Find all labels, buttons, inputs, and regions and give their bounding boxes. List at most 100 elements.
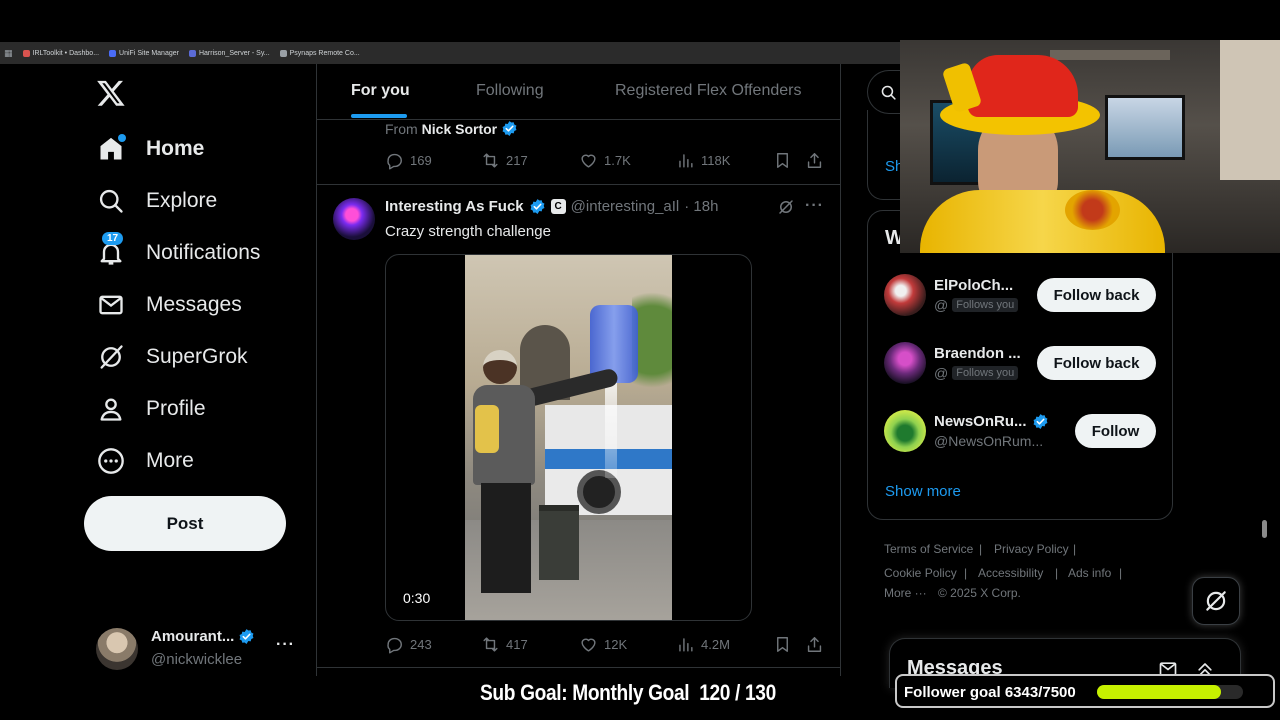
footer-separator: | [964, 566, 968, 580]
active-tab-indicator [351, 114, 407, 118]
footer-accessibility-link[interactable]: Accessibility [978, 566, 1043, 580]
footer-terms-link[interactable]: Terms of Service [884, 542, 973, 556]
bookmark-item[interactable]: UniFi Site Manager [109, 49, 179, 57]
views-button[interactable]: 4.2M [676, 635, 730, 654]
bookmark-item[interactable]: Harrison_Server - Sy... [188, 49, 270, 57]
footer-privacy-link[interactable]: Privacy Policy [994, 542, 1069, 556]
repost-button[interactable]: 417 [481, 635, 528, 654]
search-icon [96, 186, 126, 216]
tweet-divider [317, 667, 840, 668]
account-handle: @nickwicklee [151, 651, 243, 668]
suggestion-handle: @ [934, 365, 949, 381]
like-count: 1.7K [604, 153, 631, 168]
video-tree [632, 275, 672, 405]
follow-button[interactable]: Follow [1075, 414, 1156, 448]
page-scrollbar[interactable] [1262, 520, 1267, 538]
footer-more-link[interactable]: More ··· [884, 586, 927, 600]
bookmark-favicon-icon [109, 49, 117, 57]
views-button[interactable]: 118K [676, 151, 730, 170]
reply-button[interactable]: 243 [385, 635, 432, 654]
bookmark-icon [777, 153, 788, 168]
video-water-stream [605, 383, 617, 478]
tweet-divider [317, 184, 840, 185]
bookmark-label: UniFi Site Manager [119, 49, 179, 57]
reply-icon [387, 637, 402, 654]
footer-ads-link[interactable]: Ads info [1068, 566, 1111, 580]
follower-goal-track [1097, 685, 1243, 699]
who-to-follow-show-more[interactable]: Show more [885, 483, 961, 500]
webcam-hat-crown [968, 55, 1078, 117]
notifications-badge: 17 [102, 232, 124, 245]
views-chart-icon [679, 638, 693, 652]
nav-explore[interactable]: Explore [96, 181, 217, 221]
follow-suggestion[interactable]: ElPoloCh... @ Follows you [884, 274, 1019, 316]
tweet-avatar[interactable] [333, 198, 375, 240]
bookmark-item[interactable]: Psynaps Remote Co... [279, 49, 360, 57]
like-button[interactable]: 1.7K [579, 151, 631, 170]
share-button[interactable] [805, 635, 824, 654]
nav-more[interactable]: More [96, 441, 194, 481]
follow-suggestion[interactable]: NewsOnRu... @NewsOnRum... [884, 410, 1049, 452]
bookmark-label: IRLToolkit • Dashbo... [32, 49, 100, 57]
tab-following[interactable]: Following [476, 82, 544, 100]
post-button[interactable]: Post [84, 496, 286, 551]
tweet-video[interactable]: 0:30 [385, 254, 752, 621]
verified-badge-icon [530, 199, 545, 214]
x-logo-icon[interactable] [96, 78, 126, 108]
tweet-time[interactable]: · 18h [684, 198, 718, 215]
follower-goal-fill [1097, 685, 1221, 699]
bookmark-button[interactable] [773, 151, 792, 170]
reply-count: 243 [410, 637, 432, 652]
nav-supergrok[interactable]: SuperGrok [96, 337, 248, 377]
follower-goal-label: Follower goal 6343/7500 [904, 684, 1076, 701]
nav-notifications[interactable]: 17 Notifications [96, 232, 260, 273]
grok-explain-icon[interactable] [777, 198, 795, 216]
video-frame [465, 255, 672, 620]
more-circle-icon [96, 446, 126, 476]
footer-copyright: © 2025 X Corp. [938, 586, 1021, 600]
nav-explore-label: Explore [146, 189, 218, 212]
tweet-author-name[interactable]: Interesting As Fuck [385, 198, 524, 215]
account-switcher[interactable]: Amourant... @nickwicklee ··· [96, 626, 306, 672]
grok-icon [1206, 591, 1226, 611]
bookmark-button[interactable] [773, 635, 792, 654]
reply-icon [387, 153, 402, 170]
tweet-header: Interesting As Fuck C @interesting_aIl ·… [385, 198, 718, 215]
tweet-more-icon[interactable]: ··· [805, 197, 824, 215]
grok-floating-button[interactable] [1192, 577, 1240, 625]
bookmark-item[interactable]: IRLToolkit • Dashbo... [22, 49, 100, 57]
follow-suggestion[interactable]: Braendon ... @ Follows you [884, 342, 1021, 384]
from-name[interactable]: Nick Sortor [422, 121, 497, 137]
follow-back-button[interactable]: Follow back [1037, 278, 1156, 312]
heart-icon [581, 154, 596, 168]
nav-profile[interactable]: Profile [96, 389, 206, 429]
avatar [884, 410, 926, 452]
follow-back-button[interactable]: Follow back [1037, 346, 1156, 380]
webcam-robe-emblem [1065, 190, 1120, 230]
bookmarks-bar: ▦ IRLToolkit • Dashbo... UniFi Site Mana… [0, 42, 900, 64]
reply-button[interactable]: 169 [385, 151, 432, 170]
webcam-monitor-right [1105, 95, 1185, 160]
verified-badge-icon [1033, 414, 1047, 429]
tab-for-you[interactable]: For you [351, 82, 410, 100]
nav-home[interactable]: Home [96, 129, 204, 169]
tab-registered-flex-offenders[interactable]: Registered Flex Offenders [615, 82, 801, 100]
tweet-author-handle[interactable]: @interesting_aIl [571, 198, 680, 215]
webcam-overlay [900, 40, 1280, 253]
repost-button[interactable]: 217 [481, 151, 528, 170]
suggestion-name: NewsOnRu... [934, 413, 1027, 430]
mail-icon [96, 290, 126, 320]
share-button[interactable] [805, 151, 824, 170]
account-menu-icon[interactable]: ··· [276, 636, 295, 654]
footer-separator: | [1073, 542, 1077, 556]
video-person-legs [481, 483, 531, 593]
like-button[interactable]: 12K [579, 635, 627, 654]
nav-messages[interactable]: Messages [96, 285, 242, 325]
home-icon [96, 134, 126, 164]
bookmark-favicon-icon [188, 49, 196, 57]
footer-cookie-link[interactable]: Cookie Policy [884, 566, 957, 580]
nav-more-label: More [146, 449, 194, 472]
apps-grid-icon[interactable]: ▦ [4, 48, 13, 59]
from-label: From [385, 120, 418, 137]
tweet-text: Crazy strength challenge [385, 223, 551, 240]
